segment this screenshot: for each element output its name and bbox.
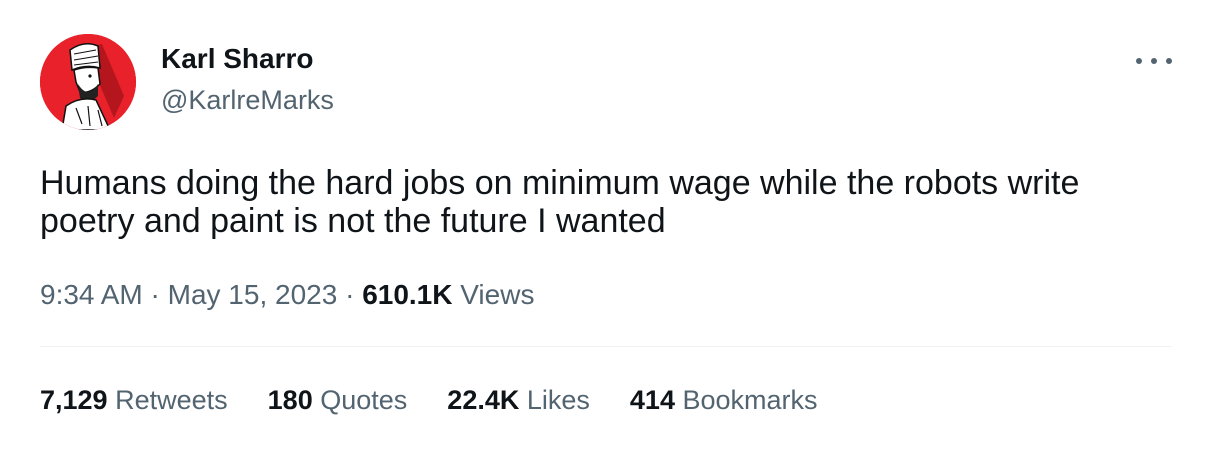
tweet-metadata: 9:34 AM · May 15, 2023 · 610.1K Views — [40, 278, 534, 312]
more-horizontal-icon-dot — [1151, 58, 1157, 64]
meta-separator: · — [345, 279, 355, 310]
divider — [40, 346, 1172, 347]
tweet-time[interactable]: 9:34 AM — [40, 279, 143, 310]
retweets-count: 7,129 — [40, 385, 108, 415]
tweet-card: Karl Sharro @KarlreMarks Humans doing th… — [0, 0, 1208, 450]
likes-count: 22.4K — [447, 385, 520, 415]
engagement-stats: 7,129 Retweets 180 Quotes 22.4K Likes 41… — [40, 383, 858, 417]
meta-separator: · — [150, 279, 160, 310]
bookmarks-count: 414 — [629, 385, 675, 415]
illustrated-man-portrait-icon — [40, 34, 136, 130]
author-display-name[interactable]: Karl Sharro — [161, 42, 314, 76]
quotes-label: Quotes — [320, 385, 408, 415]
more-horizontal-icon-dot — [1166, 58, 1172, 64]
more-horizontal-icon — [1136, 58, 1142, 64]
tweet-text: Humans doing the hard jobs on minimum wa… — [40, 164, 1080, 240]
views-count: 610.1K — [362, 279, 453, 310]
author-handle[interactable]: @KarlreMarks — [161, 83, 334, 117]
avatar[interactable] — [40, 34, 136, 130]
likes-stat[interactable]: 22.4K Likes — [447, 383, 590, 417]
retweets-label: Retweets — [115, 385, 228, 415]
quotes-stat[interactable]: 180 Quotes — [268, 383, 408, 417]
likes-label: Likes — [526, 385, 590, 415]
retweets-stat[interactable]: 7,129 Retweets — [40, 383, 228, 417]
quotes-count: 180 — [267, 385, 313, 415]
tweet-date[interactable]: May 15, 2023 — [168, 279, 338, 310]
views-label: Views — [460, 279, 535, 310]
bookmarks-label: Bookmarks — [682, 385, 818, 415]
more-options-button[interactable] — [1136, 47, 1172, 75]
bookmarks-stat[interactable]: 414 Bookmarks — [630, 383, 818, 417]
